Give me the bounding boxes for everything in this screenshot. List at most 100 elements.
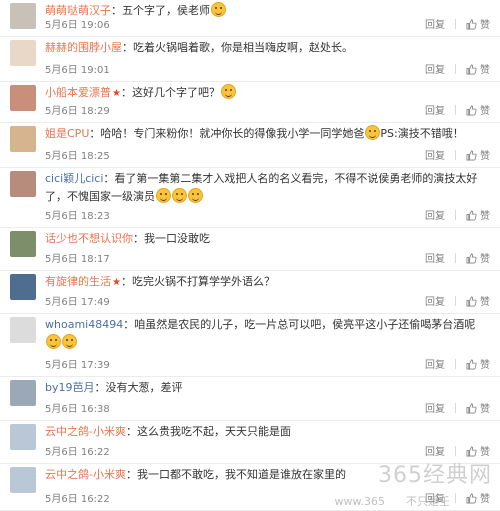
comment-timestamp: 5月6日 19:06 — [45, 20, 110, 31]
comment-footer: 5月6日 16:38 回复 赞 — [45, 402, 490, 418]
reply-button[interactable]: 回复 — [425, 151, 445, 162]
comment-footer: 5月6日 18:29 回复 赞 — [45, 104, 490, 120]
like-button[interactable]: 赞 — [466, 105, 490, 117]
comment-content: 赫赫的围脖小屋：吃着火锅唱着歌，你是相当嗨皮啊，赵处长。 — [45, 39, 490, 57]
action-divider — [455, 210, 456, 220]
thumbs-up-icon — [466, 64, 477, 75]
user-avatar[interactable] — [10, 85, 36, 111]
action-divider — [455, 150, 456, 160]
like-button[interactable]: 赞 — [466, 403, 490, 415]
comment-row: by19芭月：没有大葱，差评 5月6日 16:38 回复 赞 — [0, 377, 500, 421]
reply-button[interactable]: 回复 — [425, 297, 445, 308]
comment-text: ：没有大葱，差评 — [94, 381, 183, 394]
user-avatar[interactable] — [10, 317, 36, 343]
comment-timestamp: 5月6日 16:22 — [45, 494, 110, 505]
user-avatar[interactable] — [10, 380, 36, 406]
thumbs-up-icon — [466, 150, 477, 161]
like-button[interactable]: 赞 — [466, 19, 490, 31]
comment-timestamp: 5月6日 18:17 — [45, 254, 110, 265]
thumbs-up-icon — [466, 19, 477, 30]
comment-content: 云中之鸽-小米爽：这么贵我吃不起，天天只能是面 — [45, 423, 490, 441]
comment-content: 姐是CPU：哈哈！专门来粉你！就冲你长的得像我小学一同学她爸 PS:演技不错哦！ — [45, 125, 490, 143]
comment-username-link[interactable]: 云中之鸽-小米爽 — [45, 425, 126, 438]
comment-username-link[interactable]: 云中之鸽-小米爽 — [45, 468, 126, 481]
action-divider — [455, 296, 456, 306]
reply-button[interactable]: 回复 — [425, 65, 445, 76]
vip-badge-icon: ★ — [112, 277, 121, 288]
comment-username-link[interactable]: by19芭月 — [45, 381, 95, 394]
comment-username-link[interactable]: cici颖儿cici — [45, 172, 103, 185]
thumbs-up-icon — [466, 403, 477, 414]
comment-row: 赫赫的围脖小屋：吃着火锅唱着歌，你是相当嗨皮啊，赵处长。 5月6日 19:01 回复… — [0, 37, 500, 82]
comment-footer: 5月6日 17:49 回复 赞 — [45, 295, 490, 311]
comment-timestamp: 5月6日 17:49 — [45, 297, 110, 308]
comment-actions: 回复 赞 — [425, 18, 490, 34]
comment-text: ：五个字了，侯老师 — [111, 4, 210, 17]
comment-timestamp: 5月6日 17:39 — [45, 360, 110, 371]
reply-button[interactable]: 回复 — [425, 360, 445, 371]
user-avatar[interactable] — [10, 424, 36, 450]
user-avatar[interactable] — [10, 40, 36, 66]
reply-button[interactable]: 回复 — [425, 20, 445, 31]
user-avatar[interactable] — [10, 467, 36, 493]
comment-text: ：这么贵我吃不起，天天只能是面 — [125, 425, 291, 438]
comment-actions: 回复 赞 — [425, 104, 490, 120]
reply-button[interactable]: 回复 — [425, 106, 445, 117]
action-divider — [455, 64, 456, 74]
action-divider — [455, 446, 456, 456]
like-button[interactable]: 赞 — [466, 493, 490, 505]
like-button[interactable]: 赞 — [466, 296, 490, 308]
reply-button[interactable]: 回复 — [425, 254, 445, 265]
user-avatar[interactable] — [10, 126, 36, 152]
action-divider — [455, 19, 456, 29]
user-avatar[interactable] — [10, 274, 36, 300]
like-button[interactable]: 赞 — [466, 253, 490, 265]
smiley-emoji-icon — [188, 188, 203, 203]
comment-actions: 回复 赞 — [425, 295, 490, 311]
comment-timestamp: 5月6日 16:22 — [45, 447, 110, 458]
reply-button[interactable]: 回复 — [425, 211, 445, 222]
action-divider — [455, 403, 456, 413]
action-divider — [455, 493, 456, 503]
comment-text: ：看了第一集第二集才入戏把人名的名义看完，不得不说侯勇老师的演技太好了，不愧国家… — [45, 172, 478, 203]
comment-username-link[interactable]: 萌萌哒萌汉子 — [45, 4, 111, 17]
smiley-emoji-icon — [172, 188, 187, 203]
comment-text: ：咱虽然是农民的儿子，吃一片总可以吧，侯亮平这小子还偷喝茅台酒呢 — [123, 318, 476, 331]
like-button[interactable]: 赞 — [466, 150, 490, 162]
like-button[interactable]: 赞 — [466, 64, 490, 76]
smiley-emoji-icon — [156, 188, 171, 203]
comment-username-link[interactable]: 小船本爱漂普 — [45, 86, 111, 99]
comment-footer: 5月6日 19:06 回复 赞 — [45, 18, 490, 34]
comment-row: 萌萌哒萌汉子：五个字了，侯老师 5月6日 19:06 回复 赞 — [0, 0, 500, 37]
comment-row: whoami48494：咱虽然是农民的儿子，吃一片总可以吧，侯亮平这小子还偷喝茅… — [0, 314, 500, 377]
comment-timestamp: 5月6日 18:23 — [45, 211, 110, 222]
comment-text: ：吃着火锅唱着歌，你是相当嗨皮啊，赵处长。 — [122, 41, 353, 54]
user-avatar[interactable] — [10, 231, 36, 257]
reply-button[interactable]: 回复 — [425, 404, 445, 415]
comment-actions: 回复 赞 — [425, 209, 490, 225]
comment-text-extra: PS:演技不错哦！ — [380, 127, 464, 140]
user-avatar[interactable] — [10, 171, 36, 197]
thumbs-up-icon — [466, 296, 477, 307]
comment-row: 小船本爱漂普★：这好几个字了吧？ 5月6日 18:29 回复 赞 — [0, 82, 500, 123]
vip-badge-icon: ★ — [112, 88, 121, 99]
comment-text: ：我一口都不敢吃，我不知道是谁放在家里的 — [125, 468, 346, 481]
smiley-emoji-icon — [365, 125, 381, 140]
comment-username-link[interactable]: whoami48494 — [45, 318, 123, 331]
smiley-emoji-icon — [62, 334, 77, 349]
thumbs-up-icon — [466, 359, 477, 370]
comment-username-link[interactable]: 赫赫的围脖小屋 — [45, 41, 122, 54]
thumbs-up-icon — [466, 105, 477, 116]
user-avatar[interactable] — [10, 3, 36, 29]
comment-content: 小船本爱漂普★：这好几个字了吧？ — [45, 84, 490, 103]
comment-username-link[interactable]: 话少也不想认识你 — [45, 232, 133, 245]
comment-footer: 5月6日 19:01 回复 赞 — [45, 63, 490, 79]
comment-actions: 回复 赞 — [425, 402, 490, 418]
comment-text: ：哈哈！专门来粉你！就冲你长的得像我小学一同学她爸 — [89, 127, 365, 140]
watermark: 365经典网 — [378, 463, 492, 488]
comment-username-link[interactable]: 有旋律的生活 — [45, 275, 111, 288]
smiley-emoji-icon — [211, 2, 226, 17]
comment-username-link[interactable]: 姐是CPU — [45, 127, 89, 140]
like-button[interactable]: 赞 — [466, 210, 490, 222]
like-button[interactable]: 赞 — [466, 359, 490, 371]
